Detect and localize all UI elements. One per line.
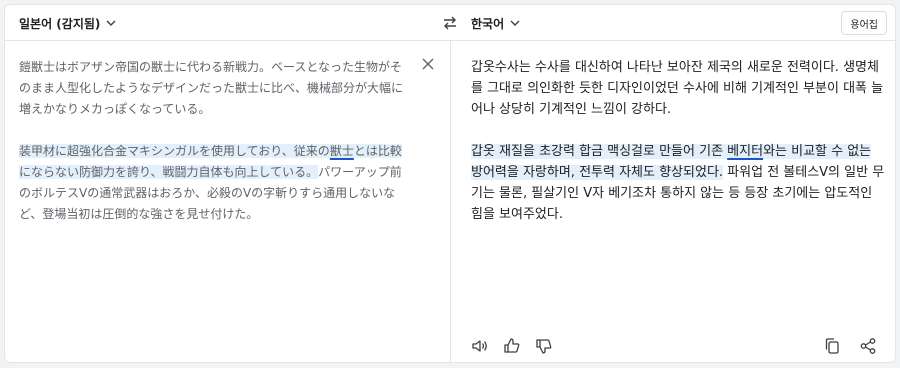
translator-card: 일본어 (감지됨) 한국어 용어집 鎧獣士はボアザン帝国の獣士に代わる新戦力。ベ… bbox=[4, 4, 896, 363]
target-language-selector[interactable]: 한국어 bbox=[471, 5, 520, 41]
thumbs-down-icon[interactable] bbox=[535, 337, 553, 355]
target-paragraph-2: 갑옷 재질을 초강력 합금 맥싱걸로 만들어 기존 베지터와는 비교할 수 없는… bbox=[471, 141, 885, 225]
chevron-down-icon bbox=[510, 20, 520, 26]
source-language-selector[interactable]: 일본어 (감지됨) bbox=[19, 5, 116, 41]
source-highlight-word[interactable]: 獣士 bbox=[330, 144, 354, 158]
source-language-label: 일본어 (감지됨) bbox=[19, 16, 101, 31]
share-icon[interactable] bbox=[859, 337, 877, 355]
glossary-button[interactable]: 용어집 bbox=[841, 11, 887, 35]
panel-divider bbox=[450, 41, 451, 362]
swap-arrows-icon[interactable] bbox=[441, 14, 459, 32]
target-text-area: 갑옷수사는 수사를 대신하여 나타난 보아잔 제국의 새로운 전력이다. 생명체… bbox=[471, 57, 885, 246]
target-paragraph-1: 갑옷수사는 수사를 대신하여 나타난 보아잔 제국의 새로운 전력이다. 생명체… bbox=[471, 60, 884, 117]
chevron-down-icon bbox=[106, 20, 116, 26]
output-actions bbox=[823, 337, 877, 355]
target-highlight-word[interactable]: 베지터 bbox=[727, 144, 763, 159]
glossary-label: 용어집 bbox=[850, 19, 878, 31]
target-highlight-text-a: 갑옷 재질을 초강력 합금 맥싱걸로 만들어 기존 bbox=[471, 144, 728, 159]
copy-icon[interactable] bbox=[823, 337, 841, 355]
thumbs-up-icon[interactable] bbox=[503, 337, 521, 355]
close-icon[interactable] bbox=[421, 57, 435, 71]
source-text-area[interactable]: 鎧獣士はボアザン帝国の獣士に代わる新戦力。ベースとなった生物がそのまま人型化した… bbox=[19, 57, 411, 246]
speaker-icon[interactable] bbox=[471, 337, 489, 355]
feedback-actions bbox=[471, 337, 553, 355]
source-paragraph-2: 装甲材に超強化合金マキシンガルを使用しており、従来の獣士とは比較にならない防御力… bbox=[19, 141, 411, 225]
source-paragraph-1: 鎧獣士はボアザン帝国の獣士に代わる新戦力。ベースとなった生物がそのまま人型化した… bbox=[19, 60, 404, 116]
language-bar: 일본어 (감지됨) 한국어 용어집 bbox=[5, 5, 895, 41]
source-highlight-text-a: 装甲材に超強化合金マキシンガルを使用しており、従来の bbox=[19, 144, 330, 158]
target-language-label: 한국어 bbox=[471, 16, 505, 31]
